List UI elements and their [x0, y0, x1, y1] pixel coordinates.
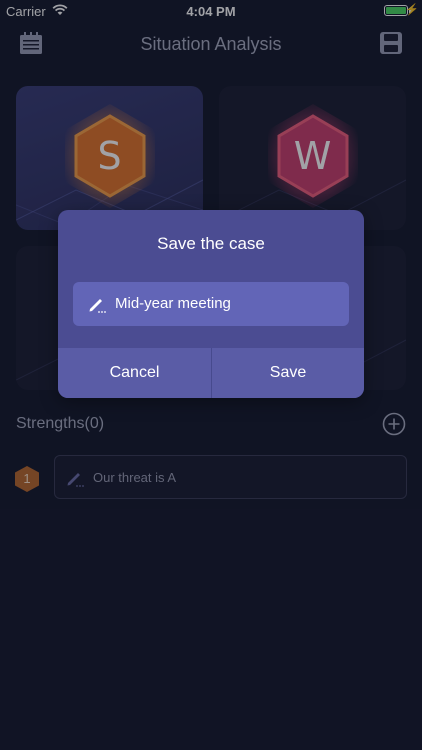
dialog-title: Save the case: [157, 234, 265, 253]
save-case-dialog: Save the case Mid-year meeting Cancel Sa…: [58, 210, 364, 398]
cancel-button[interactable]: Cancel: [58, 348, 211, 398]
case-name-input[interactable]: Mid-year meeting: [73, 282, 349, 326]
pencil-icon: [89, 299, 106, 313]
case-name-value: Mid-year meeting: [115, 295, 231, 312]
save-button[interactable]: Save: [211, 348, 364, 398]
dialog-actions: Cancel Save: [58, 348, 364, 398]
